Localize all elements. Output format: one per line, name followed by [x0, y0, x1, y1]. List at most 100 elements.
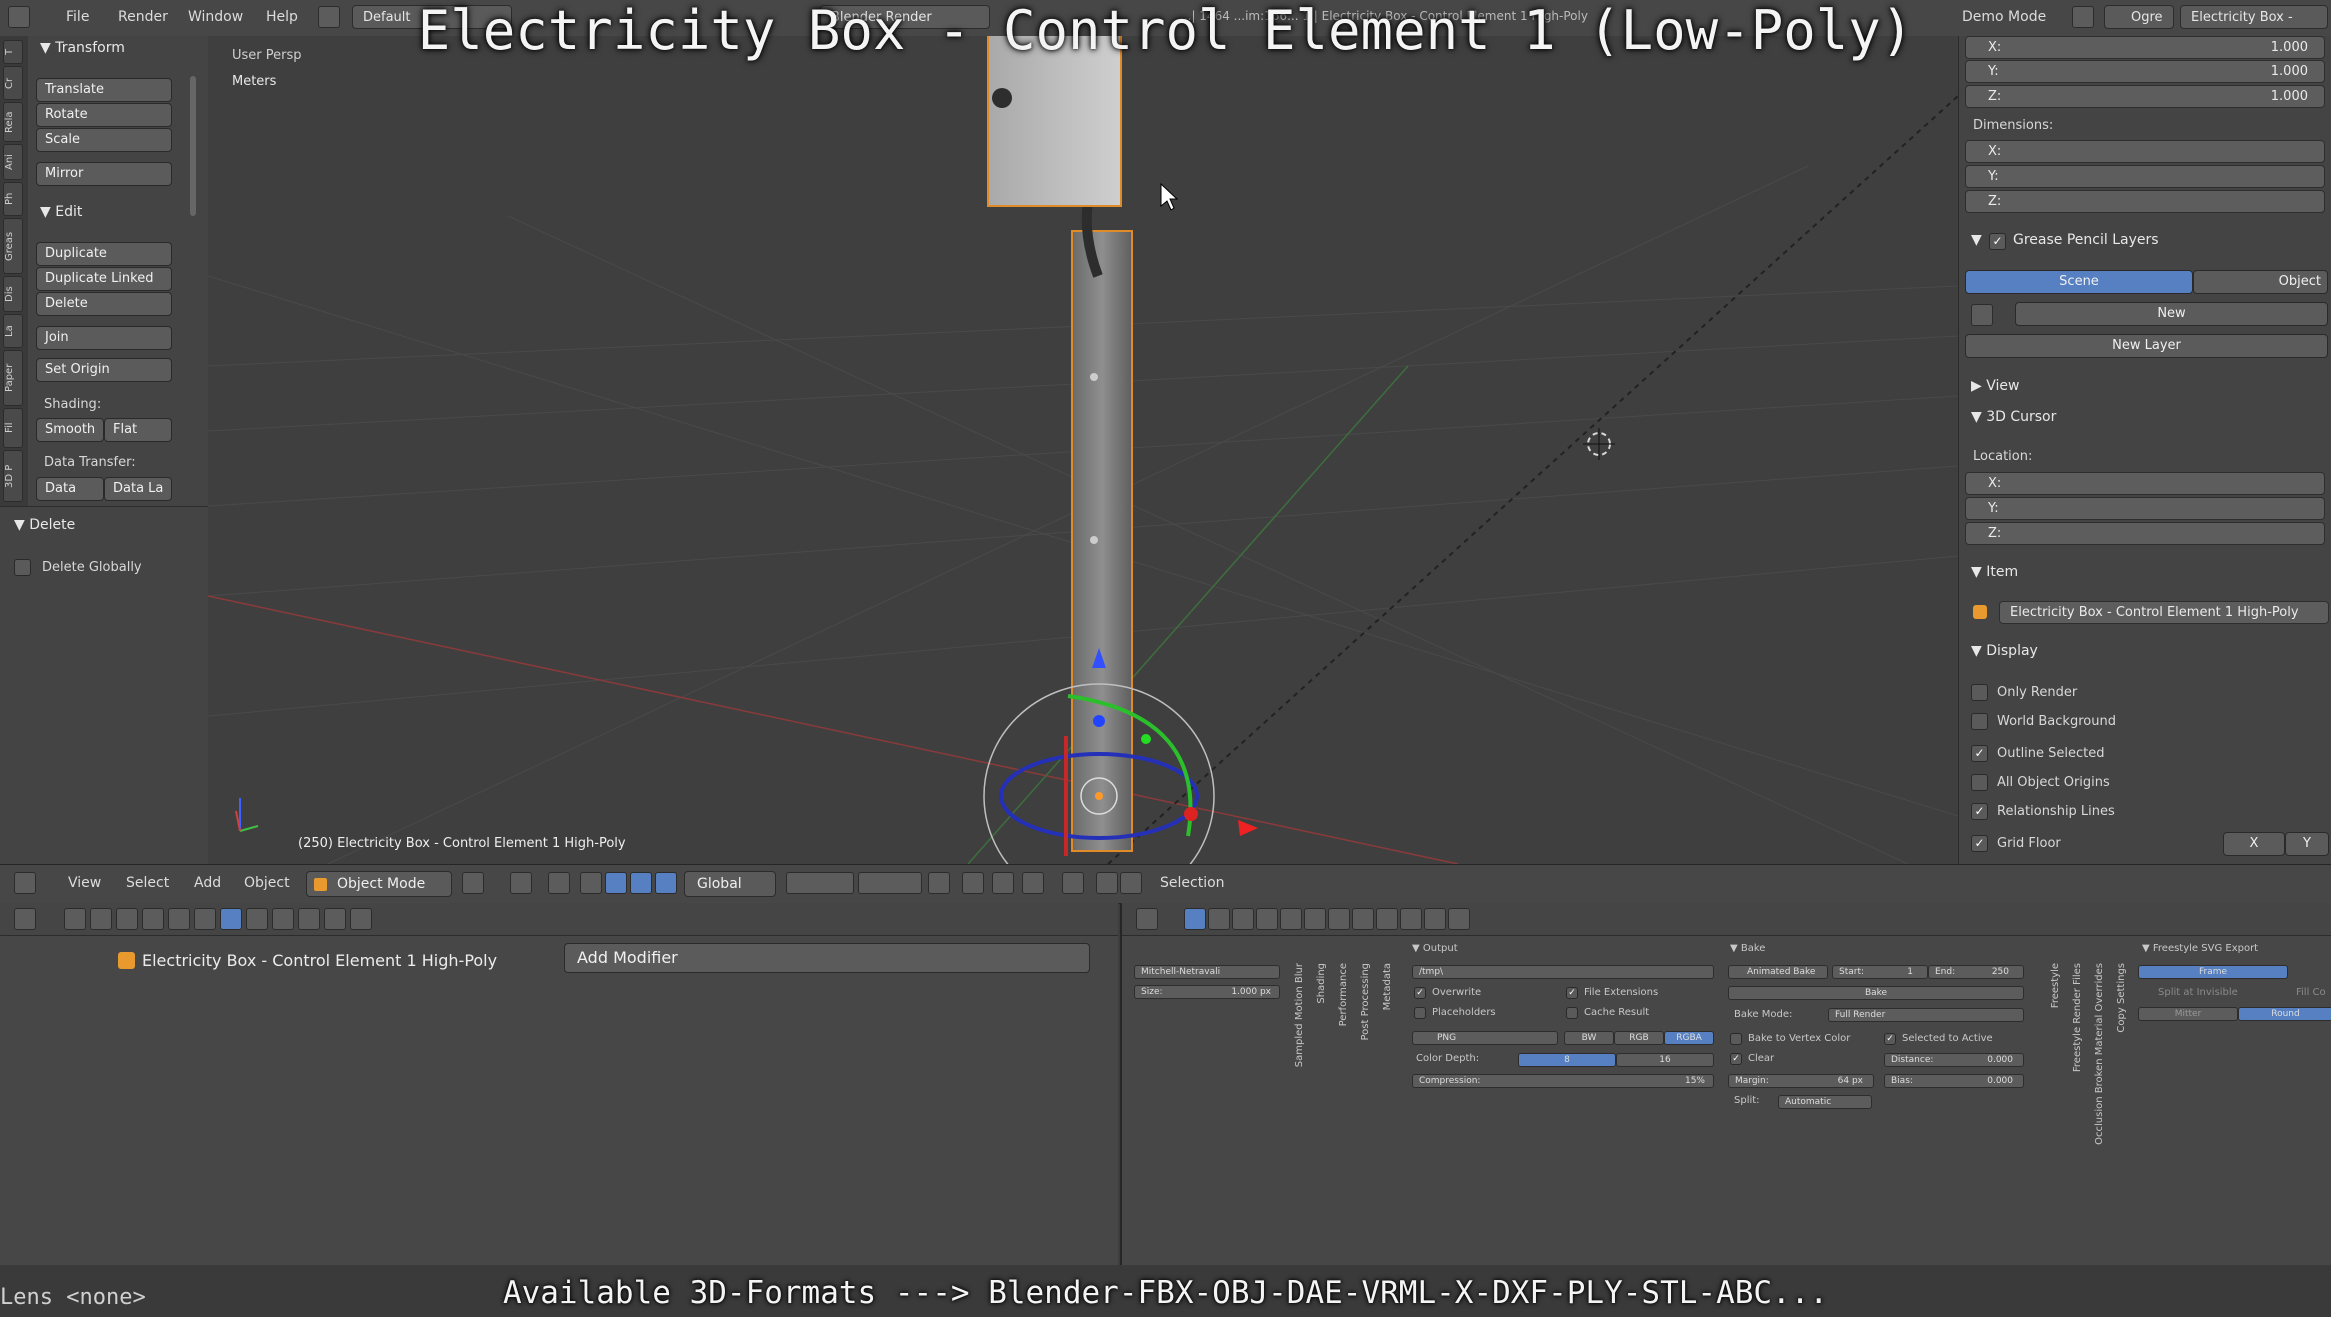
lock-layers-icon[interactable]	[928, 872, 950, 894]
particles-tab-icon[interactable]	[324, 908, 346, 930]
performance-tab[interactable]: Performance	[1338, 963, 1349, 1026]
file-extensions-checkbox[interactable]: ✓	[1566, 987, 1578, 999]
properties-editor-type-icon[interactable]	[14, 908, 36, 930]
post-processing-tab[interactable]: Post Processing	[1360, 963, 1371, 1041]
scene-icon-2[interactable]	[1232, 908, 1254, 930]
viewport-shading-icon[interactable]	[462, 872, 484, 894]
freestyle-render-files-tab[interactable]: Freestyle Render Files	[2072, 963, 2083, 1072]
object-icon-2[interactable]	[1280, 908, 1302, 930]
bake-to-vertex-color-checkbox[interactable]	[1730, 1033, 1742, 1045]
snap-target-icon[interactable]	[1022, 872, 1044, 894]
item-panel-header[interactable]: ▼ Item	[1971, 564, 2018, 580]
mitter-toggle[interactable]: Mitter	[2138, 1007, 2238, 1021]
scale-button[interactable]: Scale	[36, 128, 172, 152]
item-name-field[interactable]: Electricity Box - Control Element 1 High…	[1999, 601, 2329, 624]
3d-viewport[interactable]: User Persp Meters (250) Electricity Box …	[208, 36, 1958, 864]
animated-bake-button[interactable]: Animated Bake	[1728, 965, 1828, 979]
color-rgb-toggle[interactable]: RGB	[1614, 1031, 1664, 1045]
add-modifier-dropdown[interactable]: Add Modifier	[564, 943, 1090, 973]
scale-manipulator-icon[interactable]	[630, 872, 652, 894]
edit-panel-header[interactable]: ▼ Edit	[40, 204, 82, 220]
manipulator-active-icon[interactable]	[655, 872, 677, 894]
cursor-z-field[interactable]: Z:	[1965, 522, 2325, 545]
grid-floor-checkbox[interactable]: ✓	[1971, 835, 1988, 852]
bias-field[interactable]: Bias: 0.000	[1884, 1074, 2024, 1088]
shade-smooth-button[interactable]: Smooth	[36, 418, 104, 442]
tab-paper[interactable]: Paper	[3, 350, 23, 406]
dimension-y-field[interactable]: Y:	[1965, 165, 2325, 188]
texture-icon-2[interactable]	[1400, 908, 1422, 930]
tab-physics[interactable]: Ph	[3, 182, 23, 216]
scene-tab-button[interactable]: Scene	[1965, 270, 2193, 294]
transform-orientation-select[interactable]: Global	[684, 871, 776, 897]
set-origin-dropdown[interactable]: Set Origin	[36, 358, 172, 382]
filter-size-field[interactable]: Size: 1.000 px	[1134, 985, 1280, 999]
grid-axis-x-toggle[interactable]: X	[2223, 832, 2285, 856]
translate-manipulator-icon[interactable]	[580, 872, 602, 894]
tab-create[interactable]: Cr	[3, 66, 23, 100]
toolshelf-scrollbar[interactable]	[190, 76, 196, 216]
scale-y-field[interactable]: Y: 1.000	[1965, 60, 2325, 83]
color-rgba-toggle[interactable]: RGBA	[1664, 1031, 1714, 1045]
tab-relations[interactable]: Rela	[3, 102, 23, 142]
new-layer-button[interactable]: New Layer	[1965, 334, 2328, 358]
grease-pencil-panel-header[interactable]: ▼	[1971, 232, 1982, 248]
particles-icon-2[interactable]	[1424, 908, 1446, 930]
tab-display[interactable]: Dis	[3, 276, 23, 312]
opengl-render-anim-icon[interactable]	[1120, 872, 1142, 894]
pivot-point-icon[interactable]	[510, 872, 532, 894]
cursor-y-field[interactable]: Y:	[1965, 497, 2325, 520]
proportional-edit-icon[interactable]	[962, 872, 984, 894]
relationship-lines-checkbox[interactable]: ✓	[1971, 803, 1988, 820]
tab-grease-pencil[interactable]: Greas	[3, 218, 23, 274]
delete-globally-checkbox[interactable]	[14, 559, 31, 576]
compression-slider[interactable]: Compression: 15%	[1412, 1074, 1714, 1088]
cache-result-checkbox[interactable]	[1566, 1007, 1578, 1019]
translate-button[interactable]: Translate	[36, 78, 172, 102]
manipulator-toggle-icon[interactable]	[548, 872, 570, 894]
3d-cursor-panel-header[interactable]: ▼ 3D Cursor	[1971, 409, 2056, 425]
scene-tab-icon[interactable]	[116, 908, 138, 930]
split-select[interactable]: Automatic	[1778, 1095, 1872, 1109]
layers-grid-2-icon[interactable]	[858, 872, 922, 894]
constraints-tab-icon[interactable]	[194, 908, 216, 930]
all-object-origins-checkbox[interactable]	[1971, 774, 1988, 791]
view-menu[interactable]: View	[68, 875, 101, 891]
placeholders-checkbox[interactable]	[1414, 1007, 1426, 1019]
editor-type-icon[interactable]	[14, 872, 36, 894]
data-layout-button[interactable]: Data La	[104, 477, 172, 501]
clear-checkbox[interactable]: ✓	[1730, 1053, 1742, 1065]
data-tab-icon[interactable]	[246, 908, 268, 930]
modifiers-icon-2[interactable]	[1328, 908, 1350, 930]
render-tab-icon-2[interactable]	[1184, 908, 1206, 930]
freestyle-tab[interactable]: Freestyle	[2050, 963, 2061, 1008]
tab-la[interactable]: La	[3, 314, 23, 348]
new-grease-pencil-button[interactable]: New	[2015, 302, 2328, 326]
snap-icon[interactable]	[992, 872, 1014, 894]
scale-z-field[interactable]: Z: 1.000	[1965, 85, 2325, 108]
distance-field[interactable]: Distance: 0.000	[1884, 1053, 2024, 1067]
bake-start-field[interactable]: Start: 1	[1832, 965, 1928, 979]
rotate-manipulator-icon[interactable]	[605, 872, 627, 894]
grease-pencil-checkbox[interactable]: ✓	[1989, 233, 2006, 250]
world-tab-icon[interactable]	[142, 908, 164, 930]
bake-panel-header[interactable]: ▼ Bake	[1730, 943, 1765, 954]
display-panel-header[interactable]: ▼ Display	[1971, 643, 2038, 659]
constraints-icon-2[interactable]	[1304, 908, 1326, 930]
layers-grid-icon[interactable]	[786, 872, 854, 894]
grid-axis-y-toggle[interactable]: Y	[2285, 832, 2329, 856]
round-toggle[interactable]: Round	[2238, 1007, 2331, 1021]
physics-icon-2[interactable]	[1448, 908, 1470, 930]
color-bw-toggle[interactable]: BW	[1564, 1031, 1614, 1045]
material-tab-icon[interactable]	[272, 908, 294, 930]
data-icon-2[interactable]	[1352, 908, 1374, 930]
tab-animation[interactable]: Ani	[3, 144, 23, 180]
color-depth-16-toggle[interactable]: 16	[1616, 1053, 1714, 1067]
duplicate-button[interactable]: Duplicate	[36, 242, 172, 266]
texture-tab-icon[interactable]	[298, 908, 320, 930]
shade-flat-button[interactable]: Flat	[104, 418, 172, 442]
occlusion-material-overrides-tab[interactable]: Occlusion Broken Material Overrides	[2094, 963, 2105, 1145]
object-menu[interactable]: Object	[244, 875, 290, 891]
tab-3d-print[interactable]: 3D P	[3, 450, 23, 502]
select-menu[interactable]: Select	[126, 875, 169, 891]
